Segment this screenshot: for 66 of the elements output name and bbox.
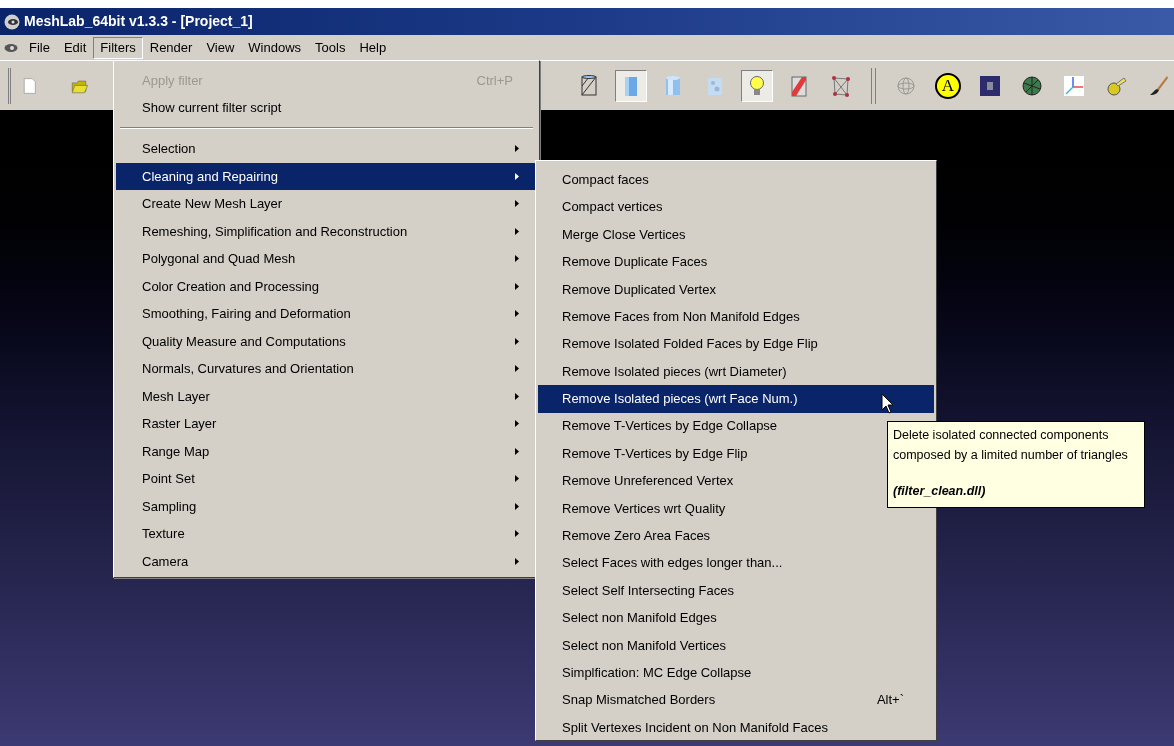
menu-item[interactable]: Compact faces: [538, 166, 934, 194]
menu-item[interactable]: Merge Close Vertices: [538, 220, 934, 249]
menu-item[interactable]: Simplfication: MC Edge Collapse: [538, 659, 934, 687]
menu-item[interactable]: Remove Duplicate Faces: [538, 248, 934, 276]
submenu-item[interactable]: Remeshing, Simplification and Reconstruction: [116, 217, 537, 245]
menu-item[interactable]: Show current filter script: [116, 94, 537, 121]
light-bulb-icon[interactable]: [741, 69, 773, 102]
menu-item[interactable]: Remove Isolated pieces (wrt Face Num.): [538, 385, 934, 413]
submenu-arrow-icon: [515, 172, 519, 180]
menu-bar-item[interactable]: Windows: [241, 36, 309, 59]
submenu-item[interactable]: Polygonal and Quad Mesh: [116, 245, 537, 273]
submenu-item[interactable]: Create New Mesh Layer: [116, 190, 537, 218]
submenu-arrow-icon: [515, 502, 519, 510]
menu-item[interactable]: Split Vertexes Incident on Non Manifold Faces: [538, 713, 934, 742]
menu-item[interactable]: Remove Duplicated Vertex: [538, 275, 934, 303]
menu-bar-item[interactable]: View: [199, 36, 242, 59]
submenu-arrow-icon: [515, 475, 519, 483]
submenu-item[interactable]: Color Creation and Processing: [116, 272, 537, 300]
submenu-item[interactable]: Smoothing, Fairing and Deformation: [116, 300, 537, 328]
menu-item[interactable]: Compact vertices: [538, 193, 934, 221]
submenu-arrow-icon: [515, 227, 519, 235]
app-menu-icon[interactable]: [4, 42, 18, 53]
submenu-item[interactable]: Mesh Layer: [116, 382, 537, 410]
submenu-arrow-icon: [515, 392, 519, 400]
menu-bar-item[interactable]: Tools: [308, 36, 353, 59]
submenu-arrow-icon: [515, 365, 519, 373]
tooltip-description: Delete isolated connected components composed by a limited number of triangles: [893, 427, 1129, 464]
menu-item[interactable]: Select Faces with edges longer than...: [538, 549, 934, 577]
submenu-item[interactable]: Normals, Curvatures and Orientation: [116, 355, 537, 383]
submenu-item[interactable]: Camera: [116, 547, 537, 575]
submenu-item[interactable]: Sampling: [116, 492, 537, 520]
submenu-arrow-icon: [515, 557, 519, 565]
menu-bar-item[interactable]: Render: [142, 36, 200, 59]
submenu-item[interactable]: Point Set: [116, 465, 537, 493]
menu-item[interactable]: Remove Isolated pieces (wrt Diameter): [538, 357, 934, 386]
submenu-arrow-icon: [515, 145, 519, 153]
menu-item[interactable]: Select non Manifold Edges: [538, 604, 934, 632]
window-title: MeshLab_64bit v1.3.3 - [Project_1]: [24, 12, 253, 31]
submenu-arrow-icon: [515, 200, 519, 208]
menu-item[interactable]: Select Self Intersecting Faces: [538, 576, 934, 605]
submenu-arrow-icon: [515, 255, 519, 263]
plugin-name: (filter_clean.dll): [893, 483, 987, 500]
submenu-item[interactable]: Raster Layer: [116, 410, 537, 438]
menu-bar-item[interactable]: Help: [352, 36, 394, 59]
submenu-arrow-icon: [515, 447, 519, 455]
menu-item[interactable]: Remove Faces from Non Manifold Edges: [538, 302, 934, 331]
submenu-item[interactable]: Texture: [116, 520, 537, 548]
submenu-arrow-icon: [515, 282, 519, 290]
solid-box-icon[interactable]: [615, 69, 647, 102]
submenu-arrow-icon: [515, 420, 519, 428]
submenu-arrow-icon: [515, 530, 519, 538]
submenu-item[interactable]: Range Map: [116, 437, 537, 465]
menu-bar-item[interactable]: Edit: [56, 36, 94, 59]
menu-item[interactable]: Remove Zero Area Faces: [538, 522, 934, 550]
menu-item[interactable]: Remove Isolated Folded Faces by Edge Flip: [538, 330, 934, 358]
submenu-arrow-icon: [515, 310, 519, 318]
menu-bar-item[interactable]: Filters: [93, 36, 143, 59]
submenu-item[interactable]: Selection: [116, 135, 537, 163]
menu-item[interactable]: Select non Manifold Vertices: [538, 631, 934, 660]
app-logo-icon: [4, 13, 20, 30]
submenu-item[interactable]: Cleaning and Repairing: [116, 162, 537, 190]
submenu-arrow-icon: [515, 337, 519, 345]
menu-bar-item[interactable]: File: [22, 36, 57, 59]
menu-item[interactable]: Snap Mismatched Borders Alt+`: [538, 686, 934, 714]
cursor-icon: [881, 393, 894, 414]
submenu-item[interactable]: Quality Measure and Computations: [116, 327, 537, 355]
